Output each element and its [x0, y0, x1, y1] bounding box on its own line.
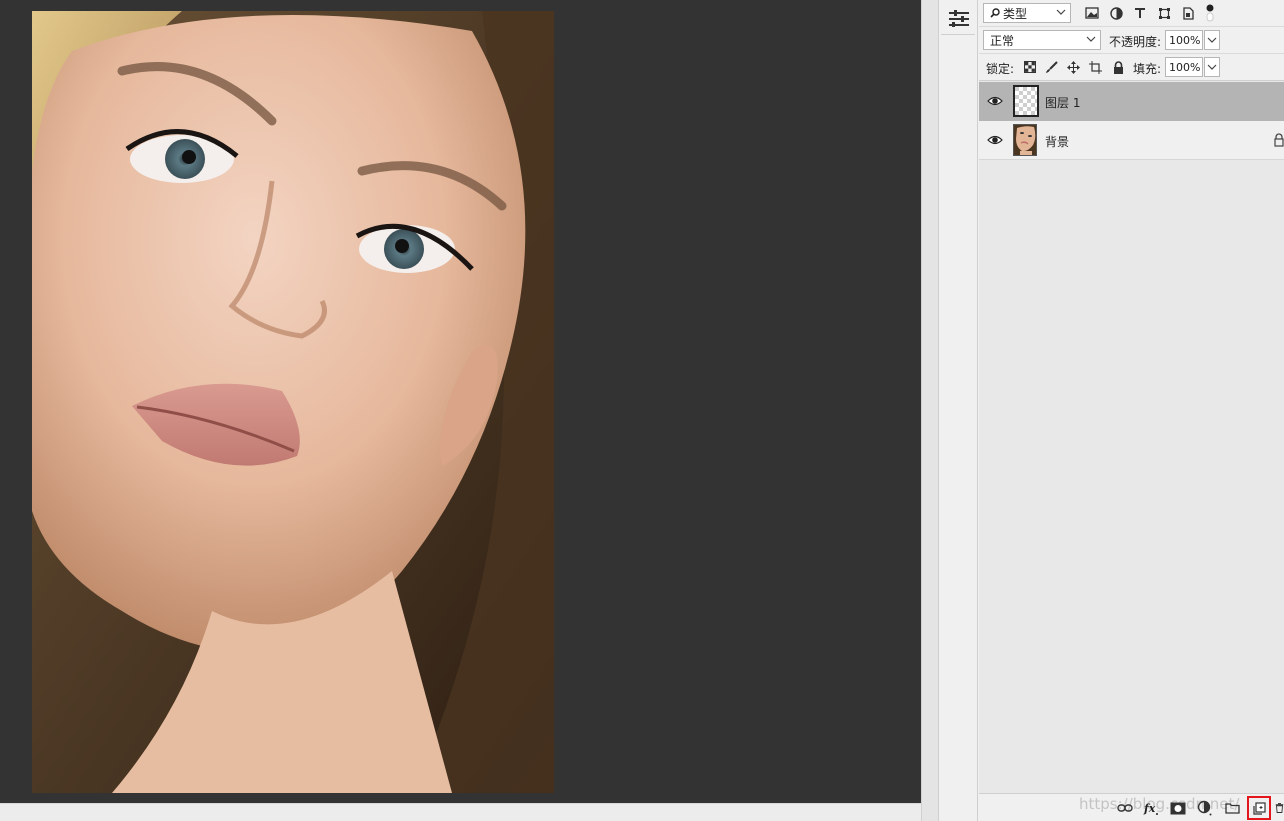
link-layers-icon[interactable] — [1116, 799, 1134, 817]
layer-thumbnail-portrait — [1013, 124, 1037, 156]
eye-visibility-icon[interactable] — [987, 94, 1003, 108]
document-canvas[interactable] — [0, 0, 921, 803]
lock-transparent-pixels-icon[interactable] — [1021, 58, 1039, 76]
layers-bottom-toolbar: https://blog.csdn.net/ fx — [979, 793, 1284, 821]
lock-artboard-icon[interactable] — [1086, 58, 1104, 76]
layer-style-fx-icon[interactable]: fx — [1142, 799, 1160, 817]
layer-name[interactable]: 背景 — [1045, 133, 1069, 150]
layer-row-layer-1[interactable]: 图层 1 — [979, 82, 1284, 121]
delete-layer-trash-icon[interactable] — [1275, 799, 1284, 817]
pixel-layer-filter-icon[interactable] — [1083, 4, 1101, 22]
filter-kind-label: 类型 — [1003, 6, 1028, 21]
blend-mode-label: 正常 — [990, 33, 1015, 48]
layers-panel: 类型 正常 不透明度: 100% 锁定: 填充: 100% 图层 1 背景 ht… — [979, 0, 1284, 821]
type-layer-filter-icon[interactable] — [1131, 4, 1149, 22]
chevron-down-icon — [1056, 9, 1066, 15]
filter-toggle-icon[interactable] — [1205, 4, 1215, 22]
eye-visibility-icon[interactable] — [987, 133, 1003, 147]
adjustment-layer-filter-icon[interactable] — [1107, 4, 1125, 22]
layer-name[interactable]: 图层 1 — [1045, 94, 1080, 111]
lock-icon — [1274, 133, 1284, 147]
new-adjustment-layer-icon[interactable] — [1196, 799, 1214, 817]
chevron-down-icon — [1207, 64, 1217, 70]
lock-label: 锁定: — [986, 62, 1015, 76]
fill-input[interactable]: 100% — [1165, 57, 1203, 77]
opacity-label: 不透明度: — [1109, 35, 1162, 49]
opacity-dropdown-button[interactable] — [1204, 30, 1220, 50]
fill-label: 填充: — [1133, 62, 1162, 76]
layer-filter-row: 类型 — [979, 0, 1284, 27]
portrait-photo — [32, 11, 554, 793]
lock-all-icon[interactable] — [1109, 58, 1127, 76]
layer-row-background[interactable]: 背景 — [979, 121, 1284, 160]
lock-image-pixels-icon[interactable] — [1042, 58, 1060, 76]
strip-divider — [941, 34, 975, 35]
svg-text:fx: fx — [1143, 802, 1156, 815]
layer-thumbnail-transparent — [1013, 85, 1039, 117]
chevron-down-icon — [1207, 37, 1217, 43]
chevron-down-icon — [1086, 36, 1096, 42]
blend-row: 正常 不透明度: 100% — [979, 27, 1284, 54]
search-icon — [990, 8, 1000, 18]
smart-object-filter-icon[interactable] — [1179, 4, 1197, 22]
shape-layer-filter-icon[interactable] — [1155, 4, 1173, 22]
lock-row: 锁定: 填充: 100% — [979, 54, 1284, 81]
panel-dock-strip — [938, 0, 978, 821]
filter-kind-dropdown[interactable]: 类型 — [983, 3, 1071, 23]
fill-dropdown-button[interactable] — [1204, 57, 1220, 77]
lock-position-icon[interactable] — [1064, 58, 1082, 76]
horizontal-scrollbar[interactable] — [0, 803, 921, 821]
add-mask-icon[interactable] — [1169, 799, 1187, 817]
new-group-folder-icon[interactable] — [1223, 799, 1241, 817]
new-layer-button[interactable] — [1247, 796, 1271, 820]
opacity-input[interactable]: 100% — [1165, 30, 1203, 50]
blend-mode-dropdown[interactable]: 正常 — [983, 30, 1101, 50]
adjustments-icon[interactable] — [947, 6, 971, 30]
vertical-scrollbar[interactable] — [921, 0, 938, 821]
